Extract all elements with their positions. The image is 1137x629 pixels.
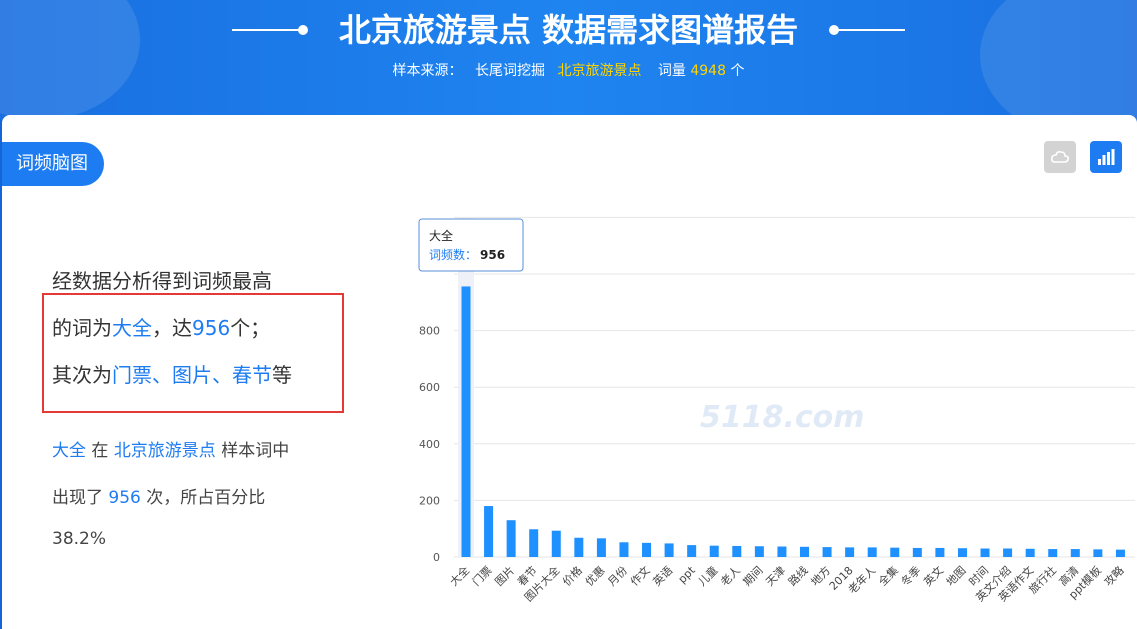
bar[interactable] [912, 547, 922, 557]
bar[interactable] [619, 542, 629, 557]
bar[interactable] [845, 547, 855, 557]
bar[interactable] [687, 545, 697, 557]
x-tick-label: 期间 [741, 564, 766, 589]
y-tick-label: 200 [419, 494, 440, 507]
x-tick-label: 门票 [469, 563, 494, 588]
highlight-box [42, 293, 344, 413]
stat-percent: 38.2% [52, 529, 107, 549]
stat-line-1: 大全 在 北京旅游景点 样本词中 [52, 436, 289, 461]
analysis-line-1: 经数据分析得到词频最高 [52, 269, 272, 293]
report-subtitle: 样本来源： 长尾词挖掘 北京旅游景点 词量 4948 个 [0, 60, 1137, 80]
report-title: 北京旅游景点 数据需求图谱报告 [338, 11, 799, 49]
stat-keyword: 北京旅游景点 [113, 441, 216, 461]
x-tick-label: 天津 [763, 564, 788, 589]
x-tick-label: 优惠 [582, 563, 607, 588]
x-tick-label: 冬季 [898, 563, 923, 588]
report-header: 北京旅游景点 数据需求图谱报告 样本来源： 长尾词挖掘 北京旅游景点 词量 49… [0, 0, 1137, 120]
y-tick-label: 800 [419, 325, 440, 338]
bar[interactable] [709, 545, 719, 557]
watermark: 5118.com [700, 400, 865, 435]
x-tick-label: 攻略 [1101, 563, 1126, 588]
x-tick-label: ppt [676, 563, 699, 586]
tooltip-series-label: 词频数： [429, 247, 477, 262]
chart-tooltip: 大全 词频数： 956 [418, 218, 524, 272]
bar[interactable] [574, 537, 584, 557]
x-tick-label: 全集 [875, 563, 900, 588]
bar[interactable] [484, 506, 494, 557]
stat-suffix: 样本词中 [221, 441, 290, 461]
x-tick-label: 路线 [785, 563, 810, 588]
count-unit: 个 [730, 63, 745, 79]
source-method: 长尾词挖掘 [475, 63, 545, 79]
y-tick-label: 400 [419, 438, 440, 451]
x-tick-label: 价格 [559, 563, 584, 588]
y-tick-label: 0 [433, 551, 440, 564]
report-title-row: 北京旅游景点 数据需求图谱报告 [0, 6, 1137, 52]
bar[interactable] [506, 520, 516, 557]
bar[interactable] [1070, 549, 1080, 557]
bar[interactable] [980, 548, 990, 557]
count-label: 词量 [657, 63, 686, 79]
bar[interactable] [890, 547, 900, 557]
bar[interactable] [777, 546, 787, 557]
bar[interactable] [822, 547, 832, 557]
bar[interactable] [461, 286, 471, 557]
cloud-icon [1051, 151, 1069, 163]
stat-occur-value: 956 [108, 488, 141, 508]
stat-word: 大全 [52, 441, 86, 461]
panel-badge: 词频脑图 [2, 142, 104, 186]
x-tick-label: 老人 [718, 564, 743, 589]
bar[interactable] [800, 546, 809, 557]
tooltip-title: 大全 [429, 228, 453, 243]
bar[interactable] [754, 546, 764, 557]
watermark-text: 5118.com [700, 400, 865, 435]
title-left-line [231, 25, 308, 35]
bar[interactable] [551, 530, 561, 557]
x-tick-label: 大全 [447, 563, 472, 588]
bar[interactable] [1048, 549, 1058, 557]
y-tick-label: 600 [419, 381, 440, 394]
bar[interactable] [664, 543, 674, 557]
source-label: 样本来源： [392, 63, 463, 79]
bar[interactable] [1003, 548, 1013, 557]
bar[interactable] [1025, 548, 1035, 557]
x-tick-label: 月份 [605, 564, 630, 589]
cloud-view-button[interactable] [1044, 141, 1076, 173]
bar[interactable] [642, 542, 652, 557]
stat-occur-suffix: 次，所占百分比 [146, 488, 266, 508]
x-tick-label: 儿童 [695, 563, 720, 588]
stat-line-2: 出现了 956 次，所占百分比 [52, 483, 265, 508]
bar[interactable] [935, 547, 945, 557]
stat-occur-prefix: 出现了 [52, 488, 103, 508]
bar[interactable] [732, 545, 742, 557]
x-tick-label: 英语 [650, 563, 675, 588]
stat-in: 在 [91, 441, 109, 461]
bar[interactable] [596, 538, 606, 557]
x-tick-label: 作文 [627, 563, 652, 588]
bar-chart: 0200400600800 大全门票图片春节图片大全价格优惠月份作文英语 ppt儿… [418, 216, 1135, 604]
bar[interactable] [957, 548, 967, 557]
source-keyword: 北京旅游景点 [557, 63, 642, 79]
x-tick-label: 地图 [944, 564, 969, 589]
tooltip-value: 956 [480, 248, 505, 262]
x-tick-label: 图片 [493, 564, 518, 589]
title-right-line [829, 25, 906, 35]
bar[interactable] [529, 529, 539, 557]
bar-chart-icon [1098, 149, 1115, 165]
bar-view-button[interactable] [1090, 141, 1122, 173]
x-tick-label: 英文 [921, 563, 946, 588]
bar[interactable] [1093, 549, 1103, 557]
bar[interactable] [1115, 549, 1125, 557]
count-value: 4948 [690, 63, 726, 79]
bar[interactable] [867, 547, 877, 557]
